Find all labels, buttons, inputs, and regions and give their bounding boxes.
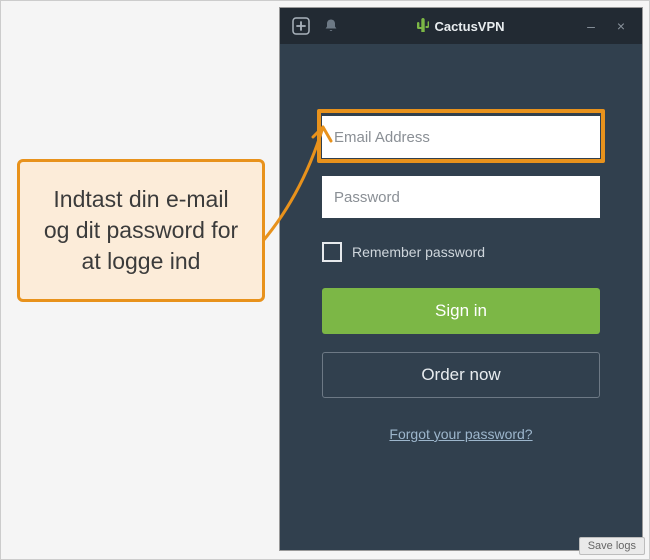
remember-checkbox[interactable] [322, 242, 342, 262]
annotation-callout: Indtast din e-mail og dit password for a… [17, 159, 265, 302]
email-field[interactable] [322, 116, 600, 158]
annotation-text: Indtast din e-mail og dit password for a… [44, 186, 238, 274]
cactus-icon [417, 18, 429, 34]
signin-button[interactable]: Sign in [322, 288, 600, 334]
brand-name: CactusVPN [434, 19, 504, 34]
forgot-password-link[interactable]: Forgot your password? [389, 426, 532, 442]
titlebar: CactusVPN – × [280, 8, 642, 44]
save-logs-button[interactable]: Save logs [579, 537, 645, 555]
order-button[interactable]: Order now [322, 352, 600, 398]
minimize-button[interactable]: – [576, 11, 606, 41]
close-button[interactable]: × [606, 11, 636, 41]
app-window: CactusVPN – × Remember password Sign in … [279, 7, 643, 551]
login-form: Remember password Sign in Order now Forg… [280, 44, 642, 550]
forgot-row: Forgot your password? [322, 426, 600, 444]
password-field[interactable] [322, 176, 600, 218]
bell-icon[interactable] [316, 11, 346, 41]
remember-label: Remember password [352, 244, 485, 260]
window-controls: – × [576, 11, 636, 41]
add-icon[interactable] [286, 11, 316, 41]
remember-row: Remember password [322, 242, 600, 262]
